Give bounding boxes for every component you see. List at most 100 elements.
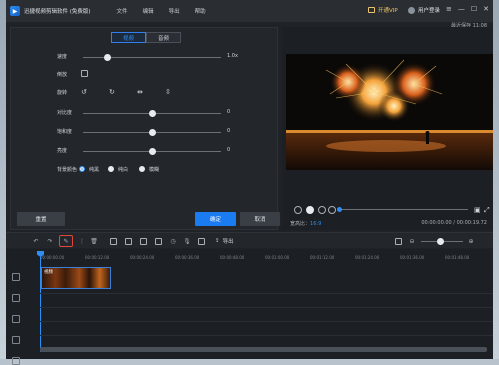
brightness-slider-handle[interactable]: [148, 148, 156, 155]
cancel-button[interactable]: 取消: [240, 212, 280, 226]
speed-label: 速度: [57, 54, 68, 60]
menu-icon[interactable]: ≡: [446, 5, 452, 13]
app-window: ▶ 迅捷视频剪辑软件 (免费版) 文件 编辑 导出 帮助 开通VIP 用户登录 …: [6, 0, 493, 365]
voiceover-icon[interactable]: 🎙: [183, 237, 191, 245]
playback-time: 00:00:00.00 / 00:00:19.72: [421, 220, 487, 226]
mosaic-icon[interactable]: [139, 237, 147, 245]
title-bar: ▶ 迅捷视频剪辑软件 (免费版) 文件 编辑 导出 帮助 开通VIP 用户登录 …: [6, 0, 493, 22]
vip-label: 开通VIP: [378, 8, 398, 14]
saturation-label: 饱和度: [57, 129, 73, 135]
redo-icon[interactable]: ↷: [46, 237, 54, 245]
playback-progress-handle[interactable]: [337, 207, 342, 212]
zoom-slider-handle[interactable]: [437, 238, 444, 245]
ruler-tick: 00:01:00.00: [265, 255, 290, 260]
export-label: 导出: [222, 239, 234, 245]
track-lane: [40, 307, 493, 321]
desktop-edge-right: [493, 0, 499, 359]
contrast-value: 0: [227, 109, 231, 115]
reverse-checkbox[interactable]: [81, 70, 88, 77]
bg-blur-radio[interactable]: [139, 166, 145, 172]
music-track-icon: [12, 336, 20, 344]
timeline-ruler[interactable]: 00:00:00.00 00:00:12.00 00:00:24.00 00:0…: [40, 255, 493, 263]
track-lane: [40, 293, 493, 307]
tab-audio[interactable]: 音频: [146, 32, 181, 43]
vip-button[interactable]: 开通VIP: [368, 6, 398, 14]
saturation-slider-handle[interactable]: [148, 129, 156, 136]
app-logo-icon: ▶: [10, 6, 20, 16]
video-track-icon: [12, 273, 20, 281]
fit-timeline-icon[interactable]: [394, 237, 402, 245]
prev-frame-button[interactable]: [294, 206, 302, 214]
zoom-in-icon[interactable]: ⊕: [467, 237, 475, 245]
timeline-scrollbar-thumb[interactable]: [40, 347, 487, 352]
fullscreen-icon[interactable]: ⤢: [484, 206, 490, 215]
flip-horizontal-icon[interactable]: ⇹: [137, 88, 143, 96]
video-clip[interactable]: 视频: [41, 267, 111, 289]
next-frame-button[interactable]: [328, 206, 336, 214]
speed-tool-icon[interactable]: [124, 237, 132, 245]
rotate-label: 旋转: [57, 90, 68, 96]
stop-button[interactable]: [318, 206, 326, 214]
duration-icon[interactable]: ◷: [169, 237, 177, 245]
speed-row: 速度 1.0x: [11, 52, 279, 62]
minimize-icon[interactable]: —: [458, 5, 465, 13]
close-icon[interactable]: ✕: [483, 5, 489, 13]
record-screen-icon[interactable]: [197, 237, 205, 245]
edit-icon[interactable]: ✎: [59, 235, 73, 247]
bg-black-label: 纯黑: [89, 167, 100, 173]
rotate-left-icon[interactable]: ↺: [81, 88, 87, 96]
bg-white-radio[interactable]: [108, 166, 114, 172]
fireworks-frame-image: [286, 54, 493, 170]
menu-edit[interactable]: 编辑: [143, 7, 154, 15]
bg-color-label: 背景颜色: [57, 167, 78, 173]
flip-vertical-icon[interactable]: ⇳: [165, 88, 171, 96]
export-button[interactable]: ⇪ 导出: [215, 237, 234, 245]
ruler-tick: 00:01:36.00: [400, 255, 425, 260]
window-controls: ≡ — ☐ ✕: [446, 5, 489, 13]
reset-button[interactable]: 重置: [17, 212, 65, 226]
bg-color-row: 背景颜色 纯黑 纯白 模糊: [11, 165, 279, 175]
undo-icon[interactable]: ↶: [32, 237, 40, 245]
playback-progress-track[interactable]: [340, 209, 468, 210]
contrast-slider-handle[interactable]: [148, 110, 156, 117]
delete-icon[interactable]: 🗑: [90, 237, 98, 245]
speed-value: 1.0x: [227, 53, 238, 59]
aspect-ratio-label: 宽高比：: [290, 221, 311, 227]
bg-black-radio[interactable]: [79, 166, 85, 172]
menu-export[interactable]: 导出: [169, 7, 180, 15]
track-icons: [12, 273, 20, 365]
menu-help[interactable]: 帮助: [195, 7, 206, 15]
tab-video[interactable]: 视频: [111, 32, 146, 43]
split-icon[interactable]: ⋮: [78, 237, 86, 245]
track-lane: [40, 321, 493, 335]
voice-track-icon: [12, 357, 20, 365]
aspect-ratio[interactable]: 宽高比：16:9: [290, 220, 321, 227]
picture-track-icon: [12, 294, 20, 302]
video-preview: [286, 54, 493, 170]
maximize-icon[interactable]: ☐: [471, 5, 477, 13]
ruler-tick: 00:00:36.00: [175, 255, 200, 260]
menu-file[interactable]: 文件: [117, 7, 128, 15]
contrast-row: 对比度 0: [11, 108, 279, 118]
timeline-scrollbar[interactable]: [40, 347, 487, 352]
brightness-row: 亮度 0: [11, 146, 279, 156]
play-button[interactable]: [306, 206, 314, 214]
timeline-toolbar: ↶ ↷ ✎ ⋮ 🗑 ◷ 🎙 ⇪ 导出 ⊖ ⊕: [6, 232, 493, 248]
confirm-button[interactable]: 确定: [195, 212, 236, 226]
preview-panel: ▣ ⤢ 宽高比：16:9 00:00:00.00 / 00:00:19.72: [282, 27, 493, 230]
zoom-out-icon[interactable]: ⊖: [408, 237, 416, 245]
speed-slider-handle[interactable]: [104, 54, 112, 61]
freeze-frame-icon[interactable]: [154, 237, 162, 245]
login-label: 用户登录: [418, 8, 441, 14]
screenshot-frame: ▶ 迅捷视频剪辑软件 (免费版) 文件 编辑 导出 帮助 开通VIP 用户登录 …: [0, 0, 499, 365]
clip-name: 视频: [44, 270, 53, 275]
rotate-right-icon[interactable]: ↻: [109, 88, 115, 96]
crop-icon[interactable]: [109, 237, 117, 245]
crown-icon: [368, 7, 375, 13]
ruler-tick: 00:00:00.00: [40, 255, 65, 260]
edit-panel: 视频 音频 速度 1.0x 倒放 旋转 ↺ ↻ ⇹ ⇳ 对比度 0 饱和度 0 …: [10, 27, 280, 230]
snapshot-icon[interactable]: ▣: [474, 206, 481, 214]
export-icon: ⇪: [215, 238, 220, 244]
login-button[interactable]: 用户登录: [408, 6, 440, 14]
aspect-ratio-value: 16:9: [310, 221, 322, 227]
